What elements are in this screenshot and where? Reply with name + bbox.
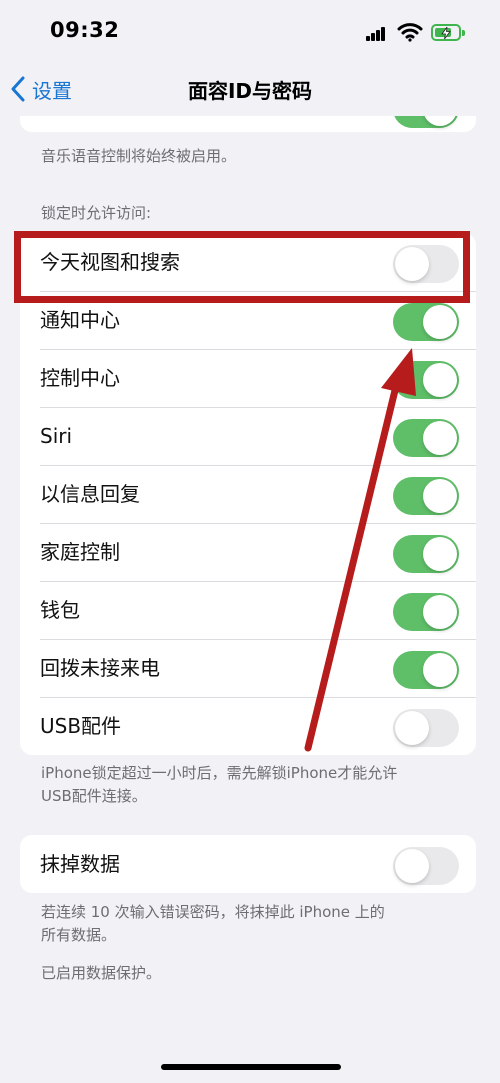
reply-with-message-toggle[interactable] <box>393 477 459 515</box>
row-control-center: 控制中心 <box>20 349 476 407</box>
usb-footnote-line2: USB配件连接。 <box>41 787 147 805</box>
row-erase-data: 抹掉数据 <box>20 835 476 893</box>
row-wallet: 钱包 <box>20 581 476 639</box>
usb-accessories-toggle[interactable] <box>393 709 459 747</box>
row-usb-accessories: USB配件 <box>20 697 476 755</box>
row-label: 抹掉数据 <box>40 852 120 876</box>
row-reply-with-message: 以信息回复 <box>20 465 476 523</box>
row-today-view: 今天视图和搜索 <box>20 233 476 291</box>
page-title: 面容ID与密码 <box>187 79 313 103</box>
section-header-locked-access: 锁定时允许访问: <box>41 204 152 222</box>
row-label: 今天视图和搜索 <box>40 250 180 274</box>
battery-charging-icon <box>431 24 465 41</box>
notification-center-toggle[interactable] <box>393 303 459 341</box>
data-protection-note: 已启用数据保护。 <box>41 964 162 982</box>
erase-footnote: 若连续 10 次输入错误密码，将抹掉此 iPhone 上的 所有数据。 <box>41 901 461 947</box>
control-center-toggle[interactable] <box>393 361 459 399</box>
row-label: 通知中心 <box>40 308 120 332</box>
return-missed-calls-toggle[interactable] <box>393 651 459 689</box>
row-notification-center: 通知中心 <box>20 291 476 349</box>
erase-footnote-line2: 所有数据。 <box>41 926 117 944</box>
erase-footnote-line1: 若连续 10 次输入错误密码，将抹掉此 iPhone 上的 <box>41 903 385 921</box>
status-bar: 09:32 <box>0 0 500 64</box>
row-label: Siri <box>40 424 73 448</box>
row-home-control: 家庭控制 <box>20 523 476 581</box>
usb-footnote-line1: iPhone锁定超过一小时后，需先解锁iPhone才能允许 <box>41 764 398 782</box>
row-label: 控制中心 <box>40 366 120 390</box>
wifi-icon <box>397 23 423 42</box>
usb-footnote: iPhone锁定超过一小时后，需先解锁iPhone才能允许 USB配件连接。 <box>41 762 461 808</box>
screen: 09:32 音乐语音控制将始终被启用。 设置 面容ID与密码 锁定时允许访问: … <box>0 0 500 1083</box>
locked-access-group: 今天视图和搜索 通知中心 控制中心 Siri 以信息回复 家庭控制 钱包 回拨未… <box>20 233 476 755</box>
cellular-signal-icon <box>366 27 386 41</box>
row-siri: Siri <box>20 407 476 465</box>
row-label: 家庭控制 <box>40 540 120 564</box>
status-time: 09:32 <box>50 18 120 42</box>
wallet-toggle[interactable] <box>393 593 459 631</box>
home-indicator[interactable] <box>161 1064 341 1070</box>
row-label: USB配件 <box>40 714 122 738</box>
erase-data-group: 抹掉数据 <box>20 835 476 893</box>
row-return-missed-calls: 回拨未接来电 <box>20 639 476 697</box>
row-label: 钱包 <box>40 598 80 622</box>
erase-data-toggle[interactable] <box>393 847 459 885</box>
row-label: 回拨未接来电 <box>40 656 160 680</box>
home-control-toggle[interactable] <box>393 535 459 573</box>
row-label: 以信息回复 <box>40 482 140 506</box>
music-voice-footnote: 音乐语音控制将始终被启用。 <box>41 147 237 165</box>
today-view-toggle[interactable] <box>393 245 459 283</box>
siri-toggle[interactable] <box>393 419 459 457</box>
navigation-bar: 设置 面容ID与密码 <box>0 64 500 116</box>
